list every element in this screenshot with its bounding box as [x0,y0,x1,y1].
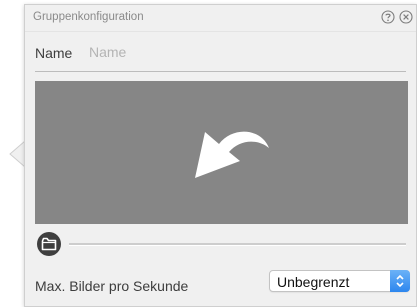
separator-track [69,243,406,246]
close-icon[interactable] [399,10,413,24]
updown-chevron-icon [396,274,404,288]
folder-button[interactable] [36,231,62,257]
name-label: Name [35,45,73,61]
fps-select[interactable]: Unbegrenzt [269,270,410,292]
curved-arrow-icon [195,131,269,178]
folder-icon [37,232,61,256]
window-title: Gruppenkonfiguration [33,11,144,23]
group-config-panel: Gruppenkonfiguration Name Name Max. Bild… [24,4,417,307]
fps-label: Max. Bilder pro Sekunde [35,278,189,294]
name-row: Name [25,33,416,69]
help-icon[interactable] [381,10,395,24]
select-stepper[interactable] [390,270,410,292]
fps-select-value: Unbegrenzt [277,274,350,290]
title-bar: Gruppenkonfiguration [25,5,416,32]
name-field[interactable] [87,40,401,64]
image-drop-area[interactable] [35,81,408,224]
divider [35,71,406,72]
